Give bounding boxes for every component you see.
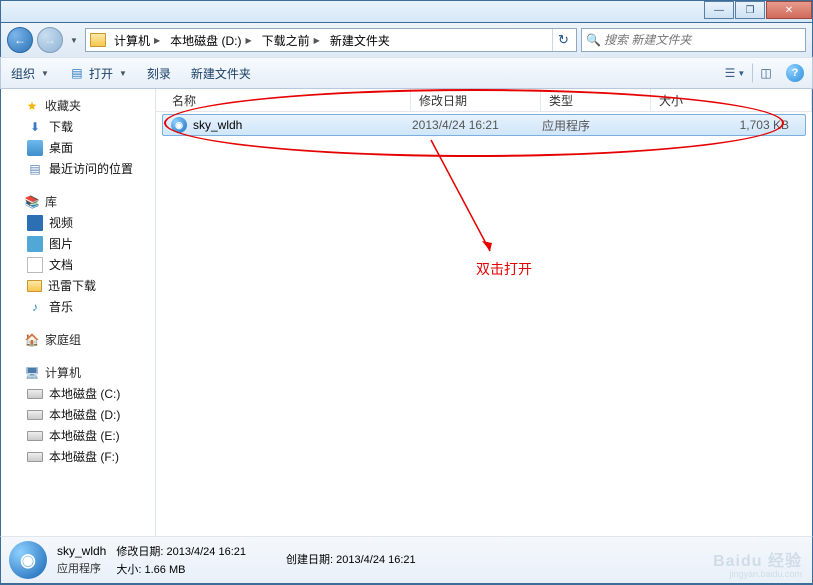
back-button[interactable]: ←: [7, 27, 33, 53]
details-created-label: 创建日期:: [286, 554, 333, 566]
computer-icon: 🖥: [24, 365, 40, 381]
sidebar-favorites-header[interactable]: ★收藏夹: [1, 95, 155, 116]
details-size-value: 1.66 MB: [144, 564, 185, 576]
sidebar-libraries-header[interactable]: 📚库: [1, 191, 155, 212]
chevron-right-icon[interactable]: ▶: [246, 36, 252, 45]
sidebar-item-drive-f[interactable]: 本地磁盘 (F:): [1, 446, 155, 467]
nav-history-dropdown[interactable]: ▼: [67, 30, 81, 50]
sidebar-item-pictures[interactable]: 图片: [1, 233, 155, 254]
close-button[interactable]: ✕: [766, 1, 812, 19]
window-titlebar: — ❐ ✕: [0, 0, 813, 23]
file-date: 2013/4/24 16:21: [412, 118, 542, 132]
organize-button[interactable]: 组织▼: [9, 61, 51, 86]
sidebar-item-drive-c[interactable]: 本地磁盘 (C:): [1, 383, 155, 404]
details-pane: ◉ sky_wldh 应用程序 修改日期: 2013/4/24 16:21 大小…: [0, 536, 813, 584]
annotation-arrow: [426, 135, 506, 265]
column-header-type[interactable]: 类型: [541, 89, 651, 111]
sidebar-item-drive-d[interactable]: 本地磁盘 (D:): [1, 404, 155, 425]
open-button[interactable]: ▤打开▼: [67, 61, 129, 86]
file-row[interactable]: ◉ sky_wldh 2013/4/24 16:21 应用程序 1,703 KB: [162, 114, 806, 136]
file-size: 1,703 KB: [652, 118, 805, 132]
desktop-icon: [27, 140, 43, 156]
exe-icon: ◉: [171, 117, 187, 133]
document-icon: [27, 257, 43, 273]
homegroup-icon: 🏠: [24, 332, 40, 348]
forward-button[interactable]: →: [37, 27, 63, 53]
drive-icon: [27, 452, 43, 462]
details-created-value: 2013/4/24 16:21: [336, 554, 416, 566]
details-size-label: 大小:: [116, 564, 141, 576]
column-header-name[interactable]: 名称: [156, 89, 411, 111]
breadcrumb-folder-2[interactable]: 新建文件夹: [326, 29, 394, 51]
file-type: 应用程序: [542, 117, 652, 134]
burn-button[interactable]: 刻录: [145, 61, 173, 86]
folder-icon: [90, 33, 106, 47]
open-icon: ▤: [69, 65, 85, 81]
search-icon: 🔍: [586, 33, 600, 47]
sidebar-item-drive-e[interactable]: 本地磁盘 (E:): [1, 425, 155, 446]
address-bar[interactable]: 计算机▶ 本地磁盘 (D:)▶ 下载之前▶ 新建文件夹 ↻: [85, 28, 577, 52]
command-toolbar: 组织▼ ▤打开▼ 刻录 新建文件夹 ☰ ▼ ◫ ?: [0, 57, 813, 89]
preview-pane-button[interactable]: ◫: [752, 63, 774, 83]
maximize-button[interactable]: ❐: [735, 1, 765, 19]
details-filename: sky_wldh: [57, 544, 106, 558]
library-icon: 📚: [24, 194, 40, 210]
sidebar-homegroup-header[interactable]: 🏠家庭组: [1, 329, 155, 350]
breadcrumb-computer[interactable]: 计算机▶: [110, 29, 164, 51]
drive-icon: [27, 410, 43, 420]
sidebar-item-videos[interactable]: 视频: [1, 212, 155, 233]
breadcrumb-folder-1[interactable]: 下载之前▶: [258, 29, 324, 51]
sidebar-item-xunlei[interactable]: 迅雷下载: [1, 275, 155, 296]
drive-icon: [27, 389, 43, 399]
refresh-button[interactable]: ↻: [552, 29, 574, 51]
navigation-pane: ★收藏夹 ⬇下载 桌面 ▤最近访问的位置 📚库 视频 图片 文档 迅雷下载 ♪音…: [1, 89, 156, 536]
details-modified-label: 修改日期:: [116, 546, 163, 558]
view-options-button[interactable]: ☰ ▼: [724, 63, 746, 83]
video-icon: [27, 215, 43, 231]
new-folder-button[interactable]: 新建文件夹: [189, 61, 253, 86]
file-list-pane: 名称 修改日期 类型 大小 ◉ sky_wldh 2013/4/24 16:21 …: [156, 89, 812, 536]
chevron-right-icon[interactable]: ▶: [314, 36, 320, 45]
folder-icon: [27, 280, 42, 292]
annotation-text: 双击打开: [476, 259, 532, 279]
download-icon: ⬇: [27, 119, 43, 135]
sidebar-item-documents[interactable]: 文档: [1, 254, 155, 275]
sidebar-item-downloads[interactable]: ⬇下载: [1, 116, 155, 137]
sidebar-computer-header[interactable]: 🖥计算机: [1, 362, 155, 383]
column-headers: 名称 修改日期 类型 大小: [156, 89, 812, 112]
breadcrumb-drive-d[interactable]: 本地磁盘 (D:)▶: [166, 29, 255, 51]
sidebar-item-desktop[interactable]: 桌面: [1, 137, 155, 158]
file-large-icon: ◉: [9, 541, 47, 579]
watermark: Baidu 经验 jingyan.baidu.com: [713, 554, 802, 579]
search-box[interactable]: 🔍: [581, 28, 806, 52]
column-header-size[interactable]: 大小: [651, 89, 812, 111]
chevron-right-icon[interactable]: ▶: [154, 36, 160, 45]
picture-icon: [27, 236, 43, 252]
minimize-button[interactable]: —: [704, 1, 734, 19]
file-name: sky_wldh: [193, 118, 242, 132]
drive-icon: [27, 431, 43, 441]
help-button[interactable]: ?: [786, 64, 804, 82]
sidebar-item-recent[interactable]: ▤最近访问的位置: [1, 158, 155, 179]
column-header-date[interactable]: 修改日期: [411, 89, 541, 111]
recent-icon: ▤: [27, 161, 43, 177]
music-icon: ♪: [27, 299, 43, 315]
search-input[interactable]: [604, 33, 801, 47]
star-icon: ★: [24, 98, 40, 114]
chevron-down-icon: ▼: [119, 69, 127, 78]
chevron-down-icon: ▼: [41, 69, 49, 78]
sidebar-item-music[interactable]: ♪音乐: [1, 296, 155, 317]
navigation-bar: ← → ▼ 计算机▶ 本地磁盘 (D:)▶ 下载之前▶ 新建文件夹 ↻ 🔍: [0, 23, 813, 57]
details-modified-value: 2013/4/24 16:21: [166, 546, 246, 558]
